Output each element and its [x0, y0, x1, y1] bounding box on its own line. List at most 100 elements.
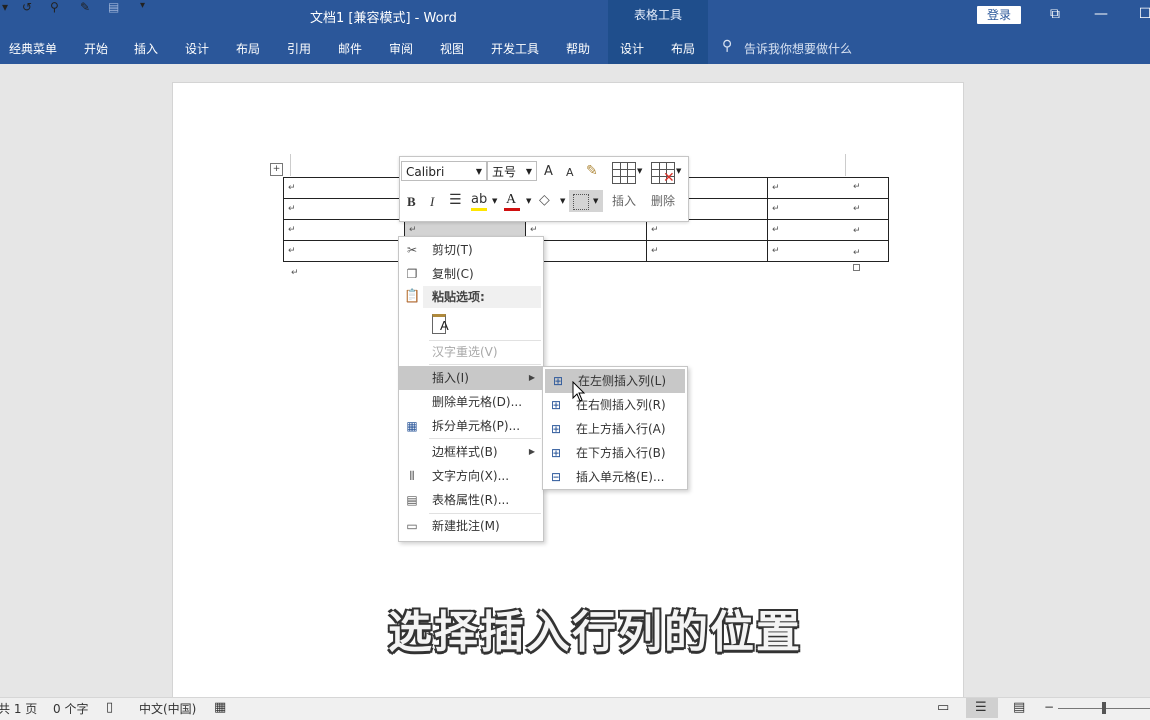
qat-more-icon[interactable]: ▾ [140, 0, 145, 11]
table-cell[interactable]: ↵ [283, 219, 405, 241]
web-layout-icon[interactable]: ▤ [1013, 700, 1025, 715]
row-end-mark: ↵ [853, 204, 861, 214]
menu-item-insert-col-left[interactable]: ⊞ 在左侧插入列(L) [545, 369, 685, 393]
table-cell[interactable]: ↵ [767, 219, 889, 241]
shading-icon[interactable]: ◇ [539, 192, 550, 208]
tab-table-layout[interactable]: 布局 [671, 40, 695, 57]
table-resize-handle[interactable] [853, 264, 860, 271]
tab-layout[interactable]: 布局 [236, 40, 260, 57]
tab-table-design[interactable]: 设计 [620, 40, 644, 57]
page-count[interactable]: 共 1 页 [0, 700, 37, 717]
menu-item-copy[interactable]: ❐ 复制(C) [399, 262, 543, 286]
tab-help[interactable]: 帮助 [566, 40, 590, 57]
menu-item-table-properties[interactable]: ▤ 表格属性(R)... [399, 488, 543, 512]
italic-button[interactable]: I [430, 194, 434, 210]
customize-dropdown-icon[interactable]: ▾ [2, 0, 8, 14]
row-end-mark: ↵ [853, 182, 861, 192]
insert-table-icon[interactable] [612, 162, 636, 184]
menu-item-insert-col-right[interactable]: ⊞ 在右侧插入列(R) [543, 393, 687, 417]
tab-mailings[interactable]: 邮件 [338, 40, 362, 57]
table-move-handle-icon[interactable]: + [270, 163, 283, 176]
table-tools-title: 表格工具 [633, 8, 682, 22]
menu-item-label: 边框样式(B) [432, 445, 498, 459]
table-cell[interactable]: ↵ [767, 240, 889, 262]
menu-item-border-style[interactable]: 边框样式(B) ▶ [399, 440, 543, 464]
tab-developer[interactable]: 开发工具 [491, 40, 539, 57]
menu-item-insert-cells[interactable]: ⊟ 插入单元格(E)... [543, 465, 687, 489]
tab-home[interactable]: 开始 [84, 40, 108, 57]
format-painter-icon[interactable]: ✎ [586, 163, 598, 179]
chevron-down-icon: ▼ [560, 197, 566, 205]
table-cell[interactable]: ↵ [646, 219, 768, 241]
copy-icon: ❐ [406, 267, 418, 281]
menu-item-label: 表格属性(R)... [432, 493, 510, 507]
borders-icon [573, 194, 589, 210]
menu-item-insert-row-above[interactable]: ⊞ 在上方插入行(A) [543, 417, 687, 441]
login-button[interactable]: 登录 [977, 6, 1021, 24]
delete-label[interactable]: 删除 [651, 192, 675, 209]
font-name-value: Calibri [406, 165, 445, 179]
font-color-icon[interactable]: A [506, 192, 516, 208]
tab-design[interactable]: 设计 [185, 40, 209, 57]
paste-keep-text-only-button[interactable]: A [430, 312, 452, 334]
insert-col-right-icon: ⊞ [550, 398, 562, 412]
table-cell[interactable]: ↵ [646, 240, 768, 262]
font-size-combo[interactable]: 五号 ▼ [487, 161, 537, 181]
search-icon[interactable]: ⚲ [50, 0, 59, 14]
tab-insert[interactable]: 插入 [134, 40, 158, 57]
menu-item-text-direction[interactable]: ⫴ 文字方向(X)... [399, 464, 543, 488]
read-mode-icon[interactable]: ▭ [937, 700, 949, 715]
font-name-combo[interactable]: Calibri ▼ [401, 161, 487, 181]
shrink-font-icon[interactable]: A [566, 166, 574, 179]
paragraph-mark: ↵ [291, 268, 299, 278]
menu-item-insert[interactable]: 插入(I) ▶ [399, 366, 543, 390]
menu-item-new-comment[interactable]: ▭ 新建批注(M) [399, 514, 543, 538]
delete-x-icon: ✕ [663, 170, 675, 186]
table-cell[interactable]: ↵ [283, 198, 405, 220]
tab-references[interactable]: 引用 [287, 40, 311, 57]
maximize-icon[interactable]: ☐ [1134, 6, 1150, 22]
menu-item-label: 剪切(T) [432, 243, 473, 257]
zoom-slider-thumb[interactable] [1102, 702, 1106, 714]
menu-item-reconvert: 汉字重选(V) [399, 340, 543, 364]
text-only-icon: A [440, 318, 449, 333]
ribbon-display-options-icon[interactable]: ⧉ [1044, 6, 1066, 22]
touch-mode-icon[interactable]: ▤ [108, 0, 119, 14]
proofing-icon[interactable]: ▯ [106, 700, 113, 715]
menu-item-split-cells[interactable]: ▦ 拆分单元格(P)... [399, 414, 543, 438]
chevron-down-icon: ▼ [676, 167, 682, 175]
table-cell[interactable]: ↵ [767, 177, 889, 199]
language-indicator[interactable]: 中文(中国) [139, 700, 196, 717]
menu-item-cut[interactable]: ✂ 剪切(T) [399, 238, 543, 262]
macro-recording-icon[interactable]: ▦ [214, 700, 226, 715]
tell-me-search[interactable]: 告诉我你想要做什么 [744, 40, 852, 57]
highlight-color-bar [471, 208, 487, 211]
insert-label[interactable]: 插入 [612, 192, 636, 209]
menu-item-label: 在上方插入行(A) [576, 422, 666, 436]
crop-mark [290, 154, 291, 176]
menu-header-paste-options: 粘贴选项: [423, 286, 541, 308]
format-painter-icon[interactable]: ✎ [80, 0, 90, 14]
bold-button[interactable]: B [407, 194, 416, 210]
font-color-bar [504, 208, 520, 211]
minimize-icon[interactable]: — [1090, 6, 1112, 22]
highlight-icon[interactable]: ab [471, 192, 487, 207]
menu-item-delete-cells[interactable]: 删除单元格(D)... [399, 390, 543, 414]
tab-view[interactable]: 视图 [440, 40, 464, 57]
menu-item-label: 复制(C) [432, 267, 474, 281]
redo-icon[interactable]: ↺ [22, 0, 32, 14]
table-cell[interactable]: ↵ [767, 198, 889, 220]
word-count[interactable]: 0 个字 [53, 700, 88, 717]
submenu-arrow-icon: ▶ [528, 447, 535, 456]
grow-font-icon[interactable]: A [544, 164, 553, 179]
context-menu: ✂ 剪切(T) ❐ 复制(C) 粘贴选项: 📋 A 汉字重选(V) 插入(I) … [398, 236, 544, 542]
menu-item-label: 在右侧插入列(R) [576, 398, 666, 412]
tab-review[interactable]: 审阅 [389, 40, 413, 57]
tab-classic-menu[interactable]: 经典菜单 [9, 40, 57, 57]
zoom-out-icon[interactable]: − [1044, 700, 1054, 714]
menu-item-insert-row-below[interactable]: ⊞ 在下方插入行(B) [543, 441, 687, 465]
font-size-value: 五号 [492, 165, 517, 179]
center-align-icon[interactable]: ☰ [449, 192, 462, 208]
table-cell[interactable]: ↵ [283, 177, 405, 199]
table-cell[interactable]: ↵ [283, 240, 405, 262]
